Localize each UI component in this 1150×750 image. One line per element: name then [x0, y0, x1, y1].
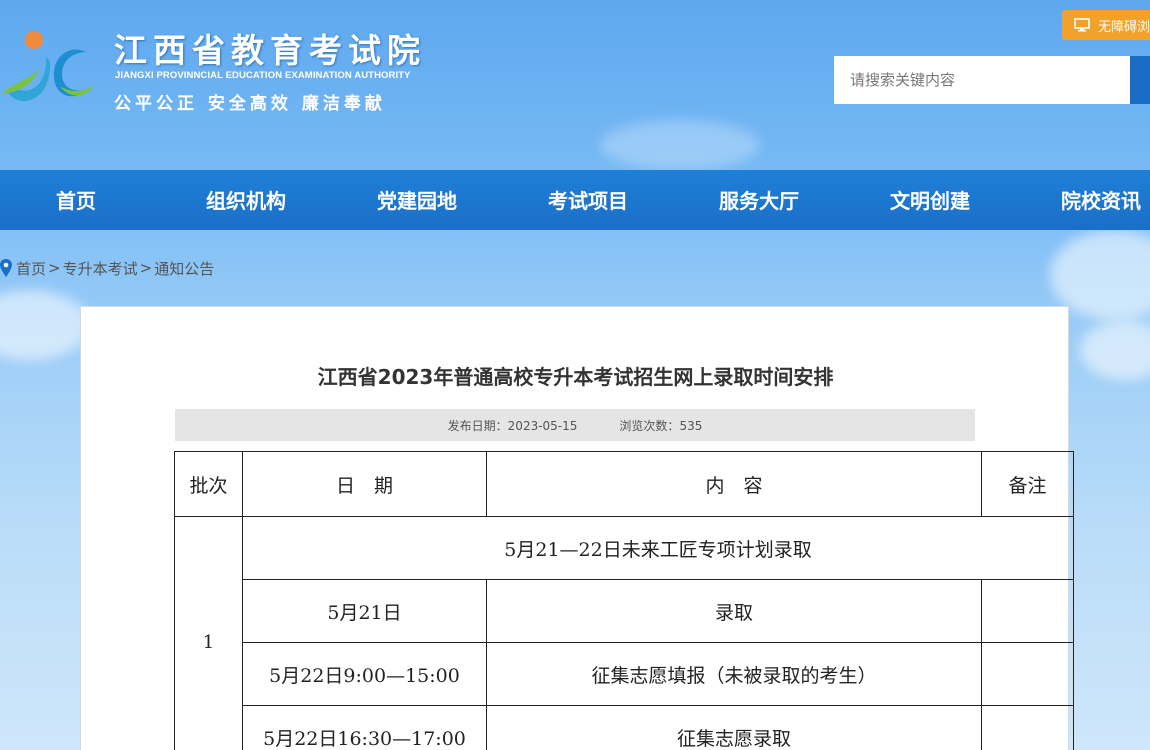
- header-date: 日 期: [242, 451, 487, 517]
- table-row: 1 5月21—22日未来工匠专项计划录取: [174, 516, 1074, 750]
- article-meta: 发布日期：2023-05-15 浏览次数：535: [175, 409, 975, 441]
- row-date: 5月21日: [242, 579, 487, 643]
- table-header-row: 批次 日 期 内 容 备注: [174, 451, 1074, 517]
- search-input[interactable]: [834, 56, 1130, 104]
- site-header: 江西省教育考试院 JIANGXI PROVINNCIAL EDUCATION E…: [0, 0, 1150, 170]
- batch-number: 1: [174, 516, 243, 750]
- row-content: 征集志愿录取: [486, 705, 982, 750]
- search-button[interactable]: [1130, 56, 1150, 104]
- nav-item-service-hall[interactable]: 服务大厅: [709, 170, 809, 230]
- row-note: [981, 705, 1074, 750]
- publish-date-label: 发布日期：: [447, 418, 508, 433]
- row-note: [981, 642, 1074, 706]
- cloud-decor: [0, 290, 90, 360]
- table-row: 5月22日9:00—15:00 征集志愿填报（未被录取的考生）: [175, 642, 1074, 706]
- site-logo-icon[interactable]: [0, 22, 100, 112]
- main-nav: 首页 组织机构 党建园地 考试项目 服务大厅 文明创建 院校资讯: [0, 170, 1150, 230]
- view-count-label: 浏览次数：: [619, 418, 680, 433]
- header-note: 备注: [981, 451, 1074, 517]
- row-date: 5月22日16:30—17:00: [242, 705, 487, 750]
- row-content: 征集志愿填报（未被录取的考生）: [486, 642, 982, 706]
- accessibility-label: 无障碍浏览: [1098, 19, 1150, 35]
- cloud-decor: [1080, 320, 1150, 380]
- row-content: 录取: [486, 579, 982, 643]
- span-row-content: 5月21—22日未来工匠专项计划录取: [242, 516, 1074, 580]
- nav-item-organization[interactable]: 组织机构: [196, 170, 296, 230]
- table-row: 5月22日16:30—17:00 征集志愿录取: [175, 705, 1074, 750]
- publish-date: 发布日期：2023-05-15: [448, 417, 578, 434]
- breadcrumb: 首页 > 专升本考试 > 通知公告: [0, 256, 214, 280]
- schedule-table: 批次 日 期 内 容 备注 1 5月21—22日未来工匠专项计划录取 5月21日…: [174, 451, 1074, 750]
- nav-item-exam-projects[interactable]: 考试项目: [538, 170, 638, 230]
- site-title: 江西省教育考试院: [114, 31, 426, 70]
- nav-item-party-building[interactable]: 党建园地: [367, 170, 467, 230]
- breadcrumb-separator: >: [48, 259, 61, 277]
- row-date: 5月22日9:00—15:00: [242, 642, 487, 706]
- publish-date-value: 2023-05-15: [507, 418, 578, 433]
- article-title: 江西省2023年普通高校专升本考试招生网上录取时间安排: [317, 365, 834, 389]
- table-row: 5月21日 录取: [175, 579, 1074, 643]
- location-pin-icon: [0, 259, 12, 277]
- site-title-en: JIANGXI PROVINNCIAL EDUCATION EXAMINATIO…: [115, 70, 411, 81]
- accessibility-button[interactable]: 无障碍浏览: [1062, 10, 1150, 40]
- header-content: 内 容: [486, 451, 982, 517]
- header-batch: 批次: [174, 451, 243, 517]
- view-count-value: 535: [679, 418, 703, 433]
- nav-item-school-news[interactable]: 院校资讯: [1051, 170, 1150, 230]
- breadcrumb-separator: >: [139, 259, 153, 277]
- breadcrumb-notices[interactable]: 通知公告: [154, 258, 214, 279]
- nav-item-civilization[interactable]: 文明创建: [880, 170, 980, 230]
- breadcrumb-home[interactable]: 首页: [16, 258, 46, 279]
- breadcrumb-upgrade-exam[interactable]: 专升本考试: [63, 258, 138, 279]
- site-slogan: 公平公正 安全高效 廉洁奉献: [114, 94, 386, 114]
- monitor-icon: [1074, 18, 1090, 32]
- row-note: [981, 579, 1074, 643]
- nav-item-home[interactable]: 首页: [36, 170, 116, 230]
- view-count: 浏览次数：535: [619, 417, 702, 434]
